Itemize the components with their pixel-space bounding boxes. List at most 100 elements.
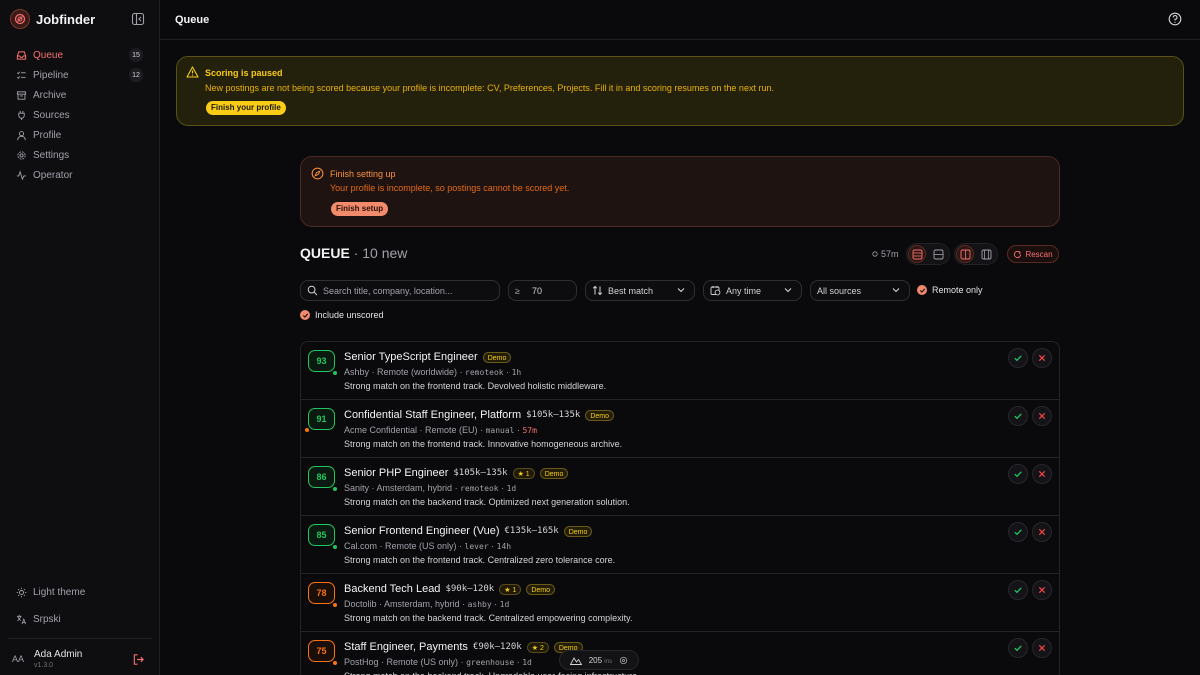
- star-icon: ★: [504, 586, 511, 594]
- language-toggle[interactable]: Srpski: [10, 609, 146, 629]
- theme-toggle[interactable]: Light theme: [10, 582, 146, 602]
- approve-icon[interactable]: [1008, 464, 1028, 484]
- job-title[interactable]: Senior TypeScript Engineer: [344, 351, 478, 363]
- job-title[interactable]: Senior Frontend Engineer (Vue): [344, 525, 500, 537]
- time-value: Any time: [726, 285, 762, 296]
- job-title[interactable]: Backend Tech Lead: [344, 583, 440, 595]
- sidebar-item-label: Sources: [33, 109, 70, 121]
- reject-icon[interactable]: [1032, 522, 1052, 542]
- approve-icon[interactable]: [1008, 638, 1028, 658]
- approve-icon[interactable]: [1008, 522, 1028, 542]
- sidebar-item-operator[interactable]: Operator: [10, 165, 146, 185]
- job-source: lever: [464, 542, 489, 551]
- job-location: Remote (US only): [386, 657, 459, 667]
- approve-icon[interactable]: [1008, 406, 1028, 426]
- star-icon: ★: [531, 644, 538, 652]
- job-source: ashby: [467, 600, 492, 609]
- approve-icon[interactable]: [1008, 348, 1028, 368]
- sources-value: All sources: [817, 285, 862, 296]
- user-name: Ada Admin: [34, 649, 83, 660]
- include-unscored-checkbox[interactable]: Include unscored: [300, 310, 384, 320]
- min-score-field[interactable]: ≥ 70: [508, 280, 577, 301]
- sources-select[interactable]: All sources: [810, 280, 910, 301]
- remote-only-checkbox[interactable]: Remote only: [917, 285, 983, 295]
- sidebar-toggle-icon[interactable]: [131, 12, 145, 26]
- sidebar-item-settings[interactable]: Settings: [10, 145, 146, 165]
- job-row[interactable]: 75 Staff Engineer, Payments €90k–120k ★ 2…: [301, 632, 1059, 675]
- job-age: 1d: [522, 658, 532, 667]
- perf-indicator[interactable]: 205 ms: [559, 650, 639, 670]
- help-icon[interactable]: [1168, 12, 1182, 29]
- sidebar-item-profile[interactable]: Profile: [10, 125, 146, 145]
- sidebar-item-queue[interactable]: Queue 15: [10, 45, 146, 65]
- language-toggle-label: Srpski: [33, 613, 61, 625]
- activity-icon: [16, 169, 27, 180]
- clock-icon: [872, 251, 878, 257]
- finish-setup-button[interactable]: Finish setup: [331, 202, 389, 216]
- sort-select[interactable]: Best match: [585, 280, 695, 301]
- job-location: Remote (EU): [425, 425, 478, 435]
- reject-icon[interactable]: [1032, 464, 1052, 484]
- job-age: 57m: [522, 426, 537, 435]
- sidebar-item-pipeline[interactable]: Pipeline 12: [10, 65, 146, 85]
- min-score-value: 70: [531, 285, 542, 296]
- approve-icon[interactable]: [1008, 580, 1028, 600]
- queue-count-badge: 15: [129, 48, 143, 62]
- job-summary: Strong match on the backend track. Upgra…: [344, 671, 640, 675]
- job-age: 1d: [499, 600, 510, 609]
- job-meta: PostHog · Remote (US only) · greenhouse …: [344, 657, 532, 667]
- remote-only-label: Remote only: [932, 285, 983, 295]
- search-input[interactable]: [323, 285, 493, 296]
- brand[interactable]: Jobfinder: [10, 9, 95, 29]
- time-select[interactable]: Any time: [703, 280, 802, 301]
- rescan-label: Rescan: [1025, 249, 1053, 259]
- job-row[interactable]: 93 Senior TypeScript Engineer Demo Ashby…: [301, 342, 1059, 400]
- setup-card: Finish setting up Your profile is incomp…: [300, 156, 1060, 227]
- rescan-button[interactable]: Rescan: [1007, 245, 1059, 263]
- compact-view-icon[interactable]: [929, 245, 947, 263]
- min-score-prefix: ≥: [515, 285, 520, 296]
- sidebar-item-label: Operator: [33, 169, 73, 181]
- sidebar-item-archive[interactable]: Archive: [10, 85, 146, 105]
- reject-icon[interactable]: [1032, 580, 1052, 600]
- job-title[interactable]: Staff Engineer, Payments: [344, 641, 468, 653]
- logout-icon[interactable]: [132, 653, 145, 669]
- job-salary: $105k–135k: [453, 468, 508, 478]
- list-view-icon[interactable]: [977, 245, 995, 263]
- gear-icon: [620, 656, 628, 664]
- job-list: 93 Senior TypeScript Engineer Demo Ashby…: [300, 341, 1060, 675]
- reject-icon[interactable]: [1032, 406, 1052, 426]
- logo-icon: [10, 9, 30, 29]
- job-row[interactable]: 91 Confidential Staff Engineer, Platform…: [301, 400, 1059, 458]
- plug-icon: [18, 110, 25, 120]
- comfortable-view-icon[interactable]: [908, 245, 926, 263]
- scoring-paused-banner: Scoring is paused New postings are not b…: [176, 56, 1184, 126]
- queue-new-count: · 10 new: [349, 245, 408, 261]
- finish-profile-button[interactable]: Finish your profile: [206, 101, 286, 115]
- banner-text: New postings are not being scored becaus…: [205, 83, 774, 93]
- job-row[interactable]: 78 Backend Tech Lead $90k–120k ★ 1 Demo Do…: [301, 574, 1059, 632]
- app-name: Jobfinder: [36, 11, 96, 27]
- job-age: 1h: [511, 368, 522, 377]
- sidebar-item-sources[interactable]: Sources: [10, 105, 146, 125]
- reject-icon[interactable]: [1032, 348, 1052, 368]
- job-summary: Strong match on the frontend track. Devo…: [344, 381, 607, 391]
- job-company: Ashby: [344, 367, 370, 377]
- job-row[interactable]: 86 Senior PHP Engineer $105k–135k ★ 1 Demo…: [301, 458, 1059, 516]
- page-title: Queue: [175, 14, 210, 26]
- star-count: 1: [512, 586, 517, 594]
- job-source: greenhouse: [466, 658, 515, 667]
- demo-badge: Demo: [482, 351, 512, 363]
- app-version: v1.3.0: [34, 662, 54, 669]
- reject-icon[interactable]: [1032, 638, 1052, 658]
- checkmark-icon: [917, 285, 927, 295]
- job-row[interactable]: 85 Senior Frontend Engineer (Vue) €135k–…: [301, 516, 1059, 574]
- status-dot: [305, 428, 309, 432]
- job-title[interactable]: Confidential Staff Engineer, Platform: [344, 409, 521, 421]
- job-title[interactable]: Senior PHP Engineer: [344, 467, 448, 479]
- job-company: Doctolib: [344, 599, 377, 609]
- split-view-icon[interactable]: [956, 245, 974, 263]
- compass-icon: [311, 167, 324, 183]
- job-summary: Strong match on the backend track. Centr…: [344, 613, 633, 623]
- job-company: Acme Confidential: [344, 425, 418, 435]
